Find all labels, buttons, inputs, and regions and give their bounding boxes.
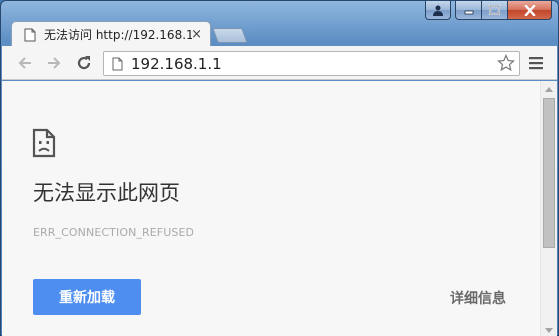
user-icon xyxy=(433,5,443,16)
tab-title: 无法访问 http://192.168.1.1 xyxy=(44,28,192,42)
tab-close-icon[interactable]: × xyxy=(191,28,202,42)
scroll-down-icon[interactable] xyxy=(545,328,553,333)
maximize-icon xyxy=(489,5,500,15)
maximize-button[interactable] xyxy=(482,1,508,20)
minimize-button[interactable] xyxy=(455,1,482,20)
menu-icon[interactable] xyxy=(529,56,543,70)
minimize-icon xyxy=(464,10,473,15)
scroll-up-icon[interactable] xyxy=(545,87,553,92)
close-window-button[interactable] xyxy=(508,1,552,20)
tab-active[interactable]: 无法访问 http://192.168.1.1 × xyxy=(11,21,211,47)
error-title: 无法显示此网页 xyxy=(33,181,180,205)
user-button[interactable] xyxy=(425,1,451,20)
back-arrow-icon[interactable] xyxy=(16,54,34,72)
vertical-scrollbar[interactable] xyxy=(540,81,557,336)
new-tab-button[interactable] xyxy=(212,28,248,43)
browser-window: 无法访问 http://192.168.1.1 × 192.168.1.1 无法… xyxy=(0,0,559,336)
page-content: 无法显示此网页 ERR_CONNECTION_REFUSED 重新加载 详细信息 xyxy=(2,81,557,336)
reload-button[interactable]: 重新加载 xyxy=(33,279,141,315)
scroll-thumb[interactable] xyxy=(543,98,555,248)
close-icon xyxy=(523,4,536,16)
url-text[interactable]: 192.168.1.1 xyxy=(131,55,222,73)
caption-buttons xyxy=(425,1,552,21)
toolbar: 192.168.1.1 xyxy=(2,46,557,80)
reload-icon[interactable] xyxy=(75,54,93,72)
address-bar[interactable]: 192.168.1.1 xyxy=(103,51,520,76)
sad-page-icon xyxy=(32,128,56,158)
page-icon xyxy=(112,57,123,71)
forward-arrow-icon[interactable] xyxy=(45,54,63,72)
error-code: ERR_CONNECTION_REFUSED xyxy=(33,226,195,239)
page-icon xyxy=(24,28,36,41)
star-icon[interactable] xyxy=(497,54,515,72)
details-button[interactable]: 详细信息 xyxy=(450,288,506,308)
